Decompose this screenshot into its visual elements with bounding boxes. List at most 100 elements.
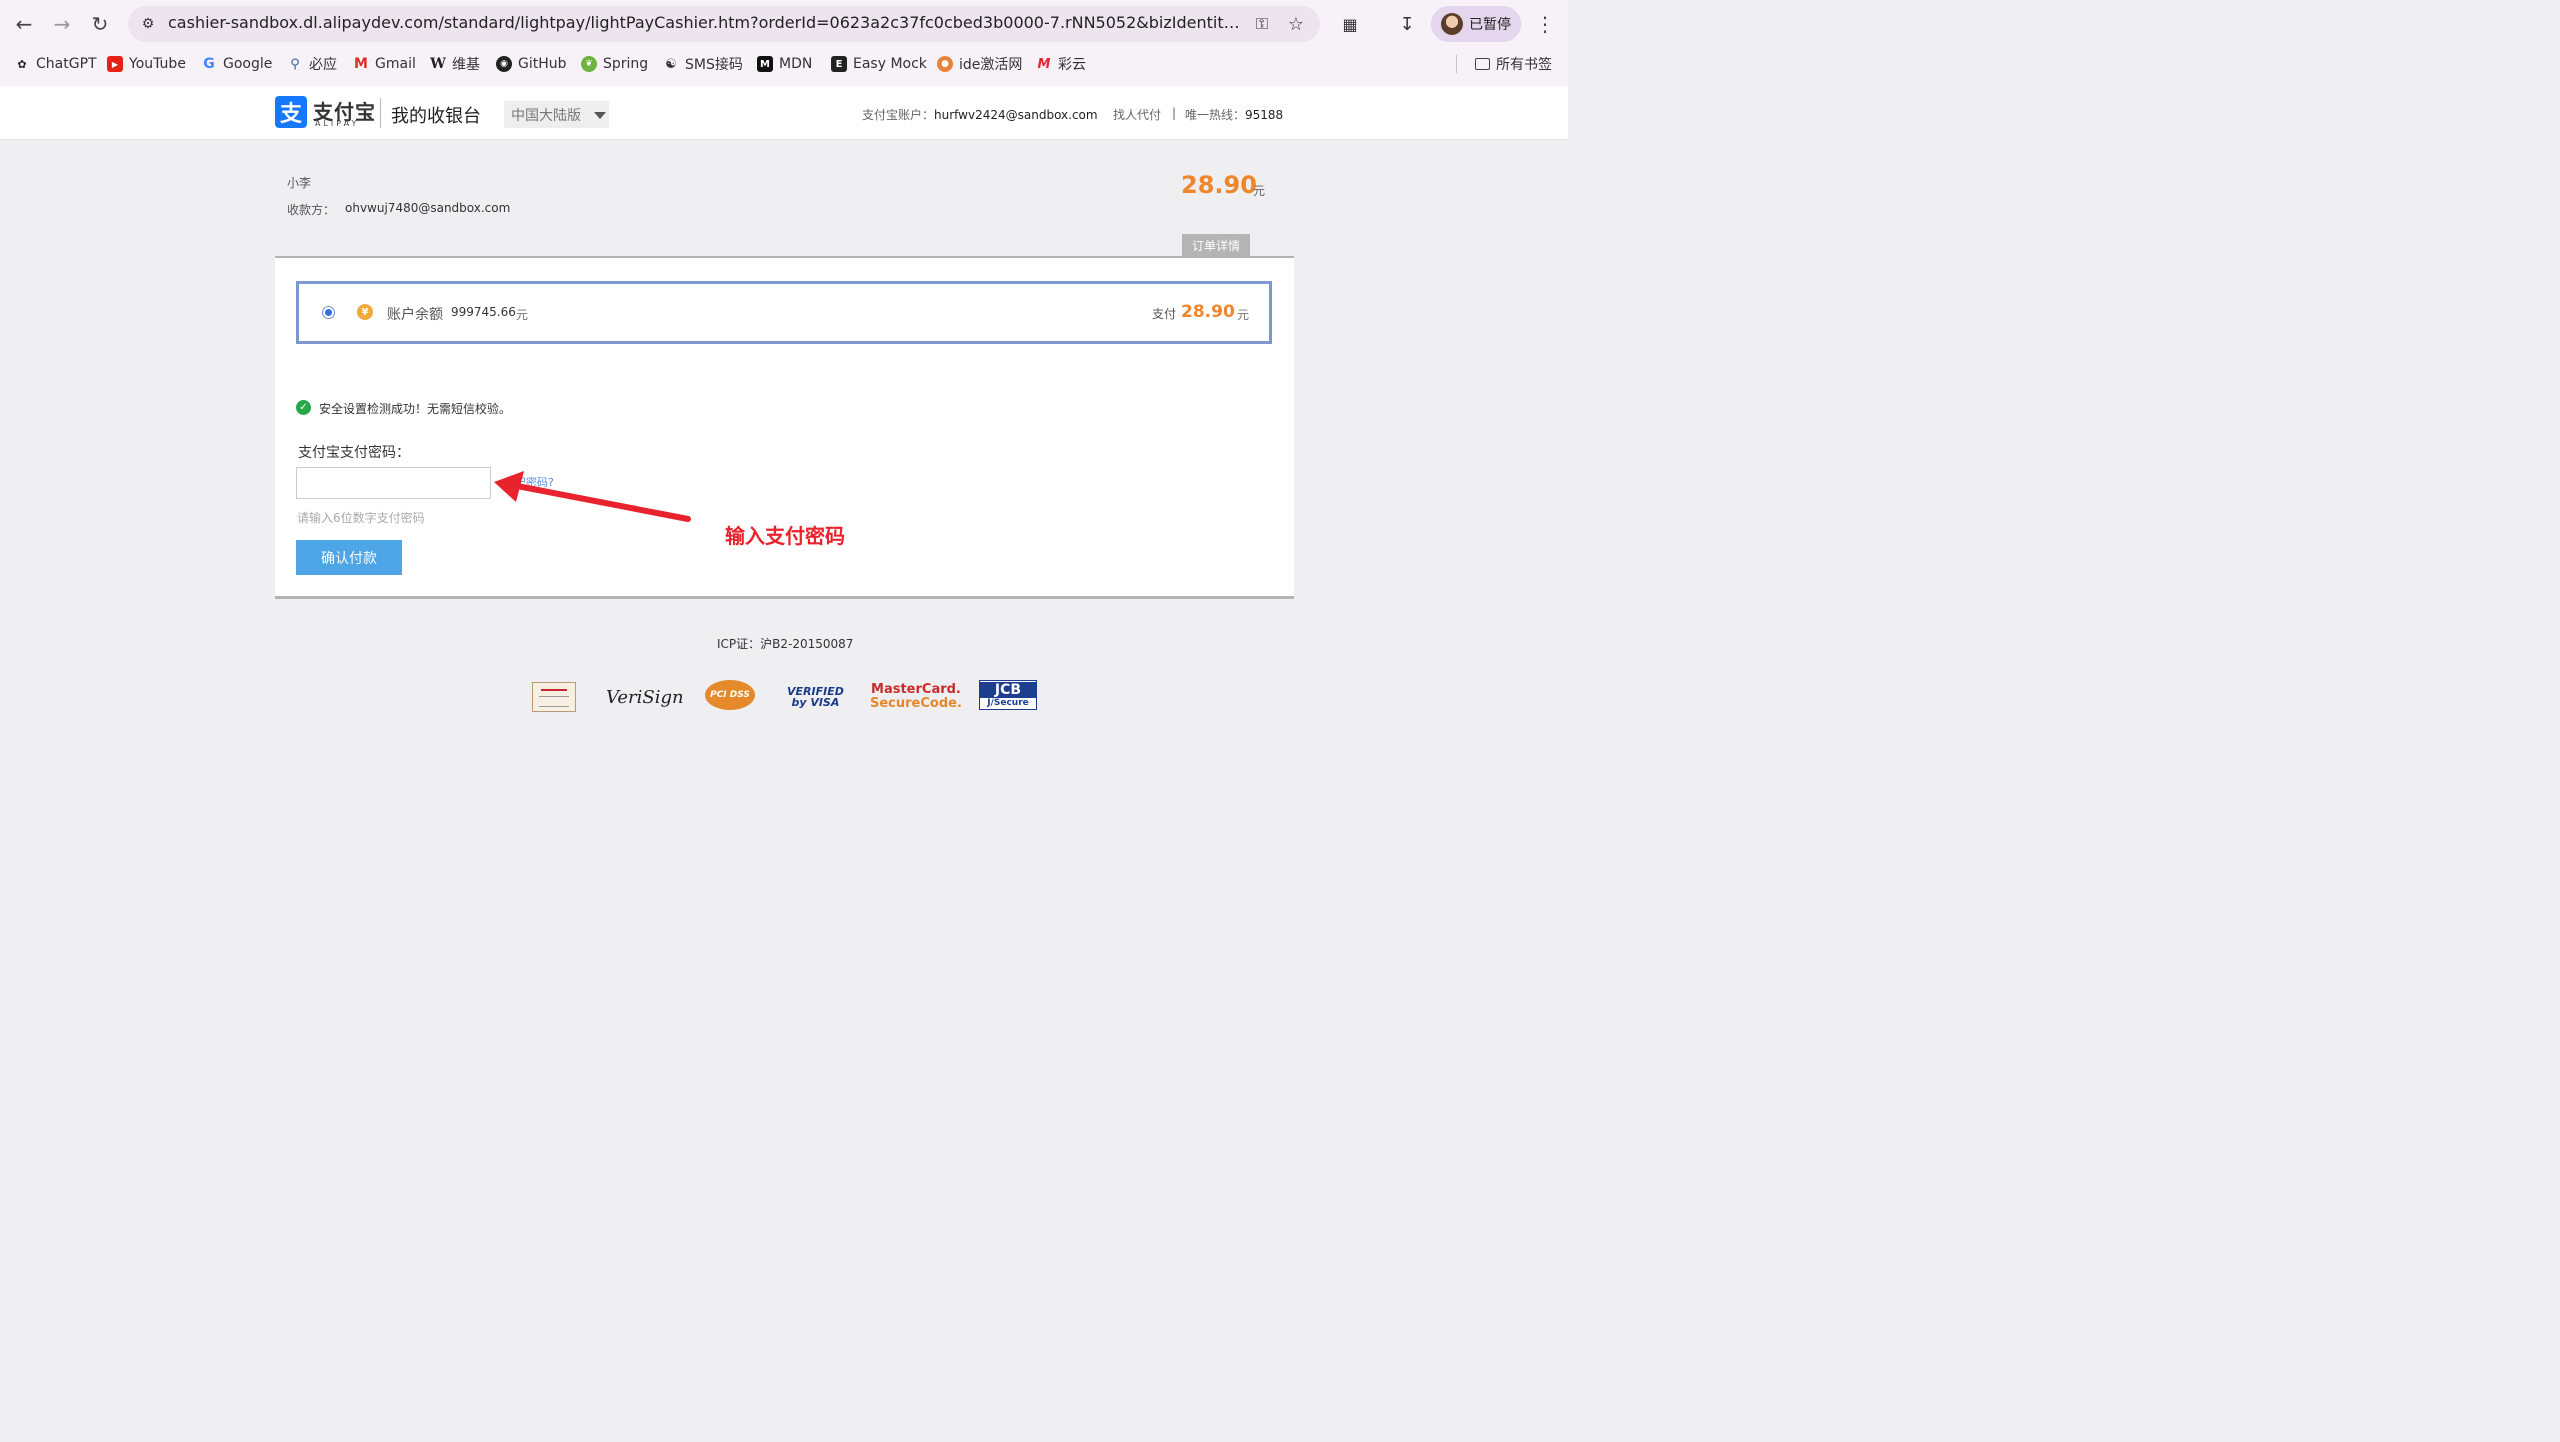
caiyun-icon: M xyxy=(1037,56,1051,72)
jcb-badge-line2: J/Secure xyxy=(987,698,1029,708)
bookmark-label: GitHub xyxy=(518,56,567,72)
bookmark-google[interactable]: G Google xyxy=(201,53,272,75)
certificate-badge-icon[interactable] xyxy=(532,682,576,712)
account-label: 支付宝账户： xyxy=(862,108,935,122)
region-select[interactable]: 中国大陆版 xyxy=(504,101,609,128)
bookmark-label: MDN xyxy=(779,56,813,72)
reload-icon[interactable]: ↻ xyxy=(86,10,114,38)
cashier-header xyxy=(0,86,1568,140)
extensions-icon[interactable]: ▦ xyxy=(1338,12,1362,36)
back-icon[interactable]: ← xyxy=(10,10,38,38)
bookmark-label: 必应 xyxy=(309,57,337,73)
account-value: hurfwv2424@sandbox.com xyxy=(934,108,1098,122)
balance-unit: 元 xyxy=(516,308,529,322)
bookmark-wiki[interactable]: W 维基 xyxy=(430,53,480,75)
bookmark-ide[interactable]: ● ide激活网 xyxy=(937,53,1022,75)
pci-dss-badge[interactable]: PCI DSS xyxy=(705,680,755,710)
bookmark-github[interactable]: ◉ GitHub xyxy=(496,53,567,75)
order-amount-unit: 元 xyxy=(1253,184,1266,198)
site-info-icon[interactable]: ⚙ xyxy=(136,12,160,36)
bookmark-bing[interactable]: ⚲ 必应 xyxy=(287,53,337,75)
all-bookmarks[interactable]: 所有书签 xyxy=(1475,53,1552,75)
forward-icon[interactable]: → xyxy=(48,10,76,38)
find-proxy-link[interactable]: 找人代付 xyxy=(1113,106,1161,123)
bookmark-label: Gmail xyxy=(375,56,416,72)
hotline-label: 唯一热线： xyxy=(1185,108,1246,122)
balance-value: 999745.66 xyxy=(451,305,516,319)
page-title: 我的收银台 xyxy=(391,106,481,127)
payment-password-input[interactable] xyxy=(296,467,491,499)
folder-icon xyxy=(1475,58,1490,70)
password-label: 支付宝支付密码： xyxy=(298,445,410,461)
jcb-badge-line1: JCB xyxy=(980,682,1036,698)
profile-button[interactable]: 已暂停 xyxy=(1431,6,1521,42)
verisign-badge[interactable]: VeriSign xyxy=(606,680,684,714)
pay-amount: 28.90 xyxy=(1181,302,1235,322)
hotline-value: 95188 xyxy=(1245,108,1284,122)
bookmark-label: 维基 xyxy=(452,57,480,73)
balance-label: 账户余额 xyxy=(387,307,443,323)
header-separator: | xyxy=(1172,106,1177,120)
chevron-down-icon xyxy=(594,112,606,119)
password-key-icon[interactable]: ⚿ xyxy=(1250,12,1274,36)
check-icon: ✓ xyxy=(296,400,311,415)
account-info: 支付宝账户：hurfwv2424@sandbox.com xyxy=(862,106,1098,123)
mastercard-securecode-badge[interactable]: MasterCard. SecureCode. xyxy=(870,680,962,714)
pay-unit: 元 xyxy=(1237,308,1250,322)
mdn-icon: M xyxy=(757,56,773,72)
bookmark-label: SMS接码 xyxy=(685,57,743,73)
jcb-jsecure-badge[interactable]: JCB J/Secure xyxy=(979,680,1037,710)
payee-label: 收款方： xyxy=(287,203,336,217)
bookmark-label: ide激活网 xyxy=(959,57,1023,73)
order-detail-tab[interactable]: 订单详情 xyxy=(1182,234,1250,256)
mc-badge-line2: SecureCode. xyxy=(870,696,962,711)
bookmark-mdn[interactable]: M MDN xyxy=(757,53,812,75)
bookmarks-divider xyxy=(1456,55,1457,73)
all-bookmarks-label: 所有书签 xyxy=(1496,57,1552,73)
bookmark-chatgpt[interactable]: ✿ ChatGPT xyxy=(14,53,96,75)
logo-divider xyxy=(380,98,381,128)
youtube-icon: ▶ xyxy=(107,56,123,72)
confirm-payment-button[interactable]: 确认付款 xyxy=(296,540,402,575)
annotation-arrow xyxy=(494,471,691,522)
payee-value: ohvwuj7480@sandbox.com xyxy=(345,201,511,215)
bookmark-sms[interactable]: ☯ SMS接码 xyxy=(663,53,743,75)
alipay-logo-sub: ALIPAY xyxy=(315,119,360,128)
chatgpt-icon: ✿ xyxy=(17,57,27,71)
spring-icon: ❦ xyxy=(581,56,597,72)
pay-label: 支付 xyxy=(1152,307,1177,321)
hotline: 唯一热线：95188 xyxy=(1185,106,1283,123)
ide-icon: ● xyxy=(937,56,953,72)
verified-by-visa-badge[interactable]: VERIFIED by VISA xyxy=(787,680,844,714)
merchant-name: 小李 xyxy=(287,176,312,190)
alipay-logo-icon[interactable]: 支 xyxy=(275,96,307,128)
avatar xyxy=(1441,13,1463,35)
mc-badge-line1: MasterCard. xyxy=(871,682,961,698)
yuan-coin-icon: ¥ xyxy=(357,304,373,320)
bookmark-easymock[interactable]: E Easy Mock xyxy=(831,53,927,75)
bing-icon: ⚲ xyxy=(290,56,300,72)
download-icon[interactable]: ↧ xyxy=(1395,12,1419,36)
bookmark-star-icon[interactable]: ☆ xyxy=(1284,12,1308,36)
profile-label: 已暂停 xyxy=(1469,17,1511,33)
more-menu-icon[interactable]: ⋮ xyxy=(1533,10,1557,38)
annotation-text: 输入支付密码 xyxy=(725,524,845,548)
bookmark-spring[interactable]: ❦ Spring xyxy=(581,53,648,75)
icp-license[interactable]: ICP证：沪B2-20150087 xyxy=(717,635,853,652)
easymock-icon: E xyxy=(831,56,847,72)
security-message: 安全设置检测成功！无需短信校验。 xyxy=(319,402,512,416)
bookmark-caiyun[interactable]: M 彩云 xyxy=(1036,53,1086,75)
bookmark-label: YouTube xyxy=(129,56,186,72)
bookmark-label: 彩云 xyxy=(1058,57,1086,73)
url-text[interactable]: cashier-sandbox.dl.alipaydev.com/standar… xyxy=(168,13,1243,32)
payment-method-radio[interactable] xyxy=(322,306,335,319)
github-icon: ◉ xyxy=(496,56,512,72)
bookmark-label: Easy Mock xyxy=(853,56,927,72)
visa-badge-line2: by VISA xyxy=(791,696,840,709)
bookmark-youtube[interactable]: ▶ YouTube xyxy=(107,53,186,75)
bookmark-label: Spring xyxy=(603,56,649,72)
bookmark-gmail[interactable]: M Gmail xyxy=(353,53,416,75)
password-hint: 请输入6位数字支付密码 xyxy=(297,511,425,525)
bookmark-label: Google xyxy=(223,56,273,72)
google-icon: G xyxy=(203,56,215,72)
